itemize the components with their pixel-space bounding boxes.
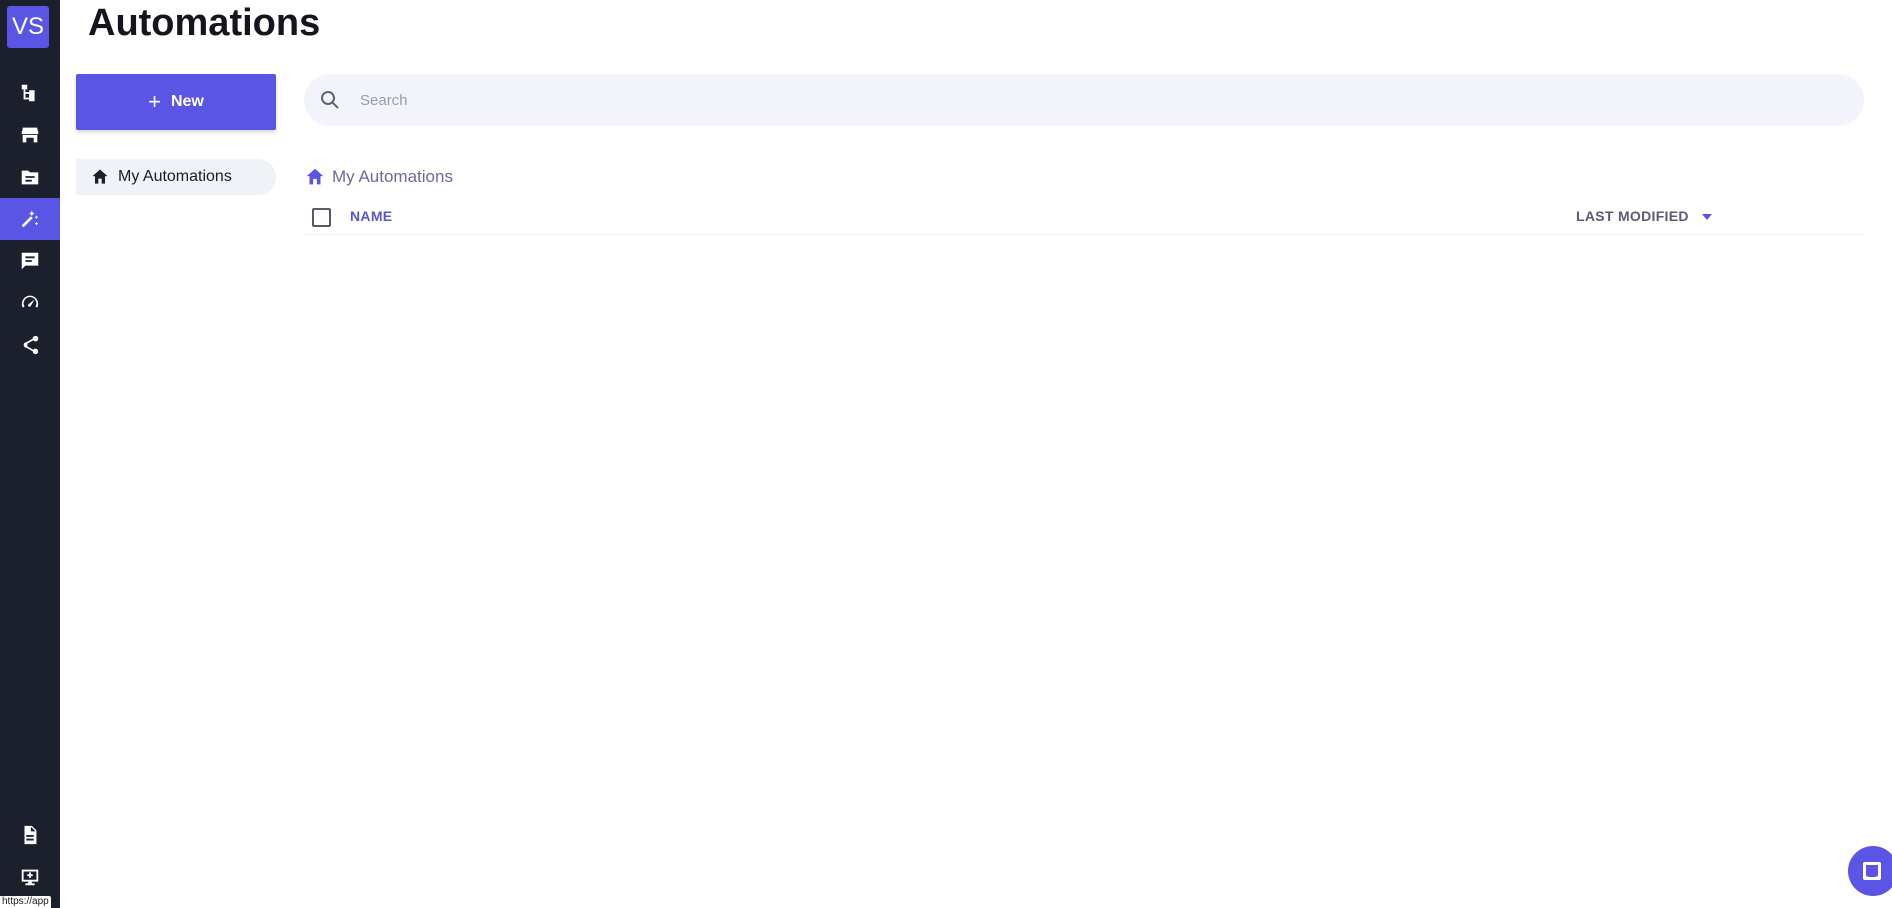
folder-item-my-automations[interactable]: My Automations (76, 159, 276, 195)
new-button[interactable]: + New (76, 74, 276, 130)
home-icon (92, 169, 108, 184)
support-chat-button[interactable] (1848, 846, 1892, 896)
folder-icon (21, 170, 39, 185)
rail-item-dashboard[interactable] (0, 282, 60, 324)
org-chart-icon (21, 84, 35, 102)
select-all-checkbox[interactable] (312, 208, 331, 227)
document-icon (24, 825, 37, 845)
breadcrumb-label: My Automations (332, 167, 453, 186)
rail-item-share[interactable] (0, 324, 60, 366)
search-bar (304, 74, 1864, 126)
table-header: NAME LAST MODIFIED (304, 200, 1864, 235)
rail-item-org-chart[interactable] (0, 72, 60, 114)
breadcrumb[interactable]: My Automations (304, 166, 453, 188)
folder-item-label: My Automations (118, 168, 232, 185)
status-url: https://app (0, 896, 51, 908)
rail-item-add-screen[interactable] (0, 856, 60, 898)
nav-rail: VS https://app (0, 0, 60, 908)
rail-item-store[interactable] (0, 114, 60, 156)
rail-item-chat[interactable] (0, 240, 60, 282)
caret-down-icon[interactable] (1702, 214, 1712, 220)
rail-item-docs[interactable] (0, 814, 60, 856)
store-icon (21, 127, 39, 143)
column-header-name[interactable]: NAME (350, 208, 392, 224)
plus-icon: + (148, 89, 161, 114)
chat-bubble-icon (1863, 862, 1881, 880)
app-logo[interactable]: VS (7, 6, 49, 48)
magic-wand-icon (21, 210, 39, 228)
search-input[interactable] (358, 79, 1762, 121)
home-icon (306, 168, 324, 185)
column-header-last-modified[interactable]: LAST MODIFIED (1576, 208, 1689, 224)
chat-icon (21, 252, 39, 270)
share-icon (23, 335, 39, 355)
new-button-label: New (170, 93, 204, 110)
rail-item-folder[interactable] (0, 156, 60, 198)
add-screen-icon (21, 869, 39, 886)
speedometer-icon (21, 295, 39, 308)
page-title: Automations (88, 2, 321, 44)
search-icon (321, 91, 339, 109)
rail-item-automations[interactable] (0, 198, 60, 240)
